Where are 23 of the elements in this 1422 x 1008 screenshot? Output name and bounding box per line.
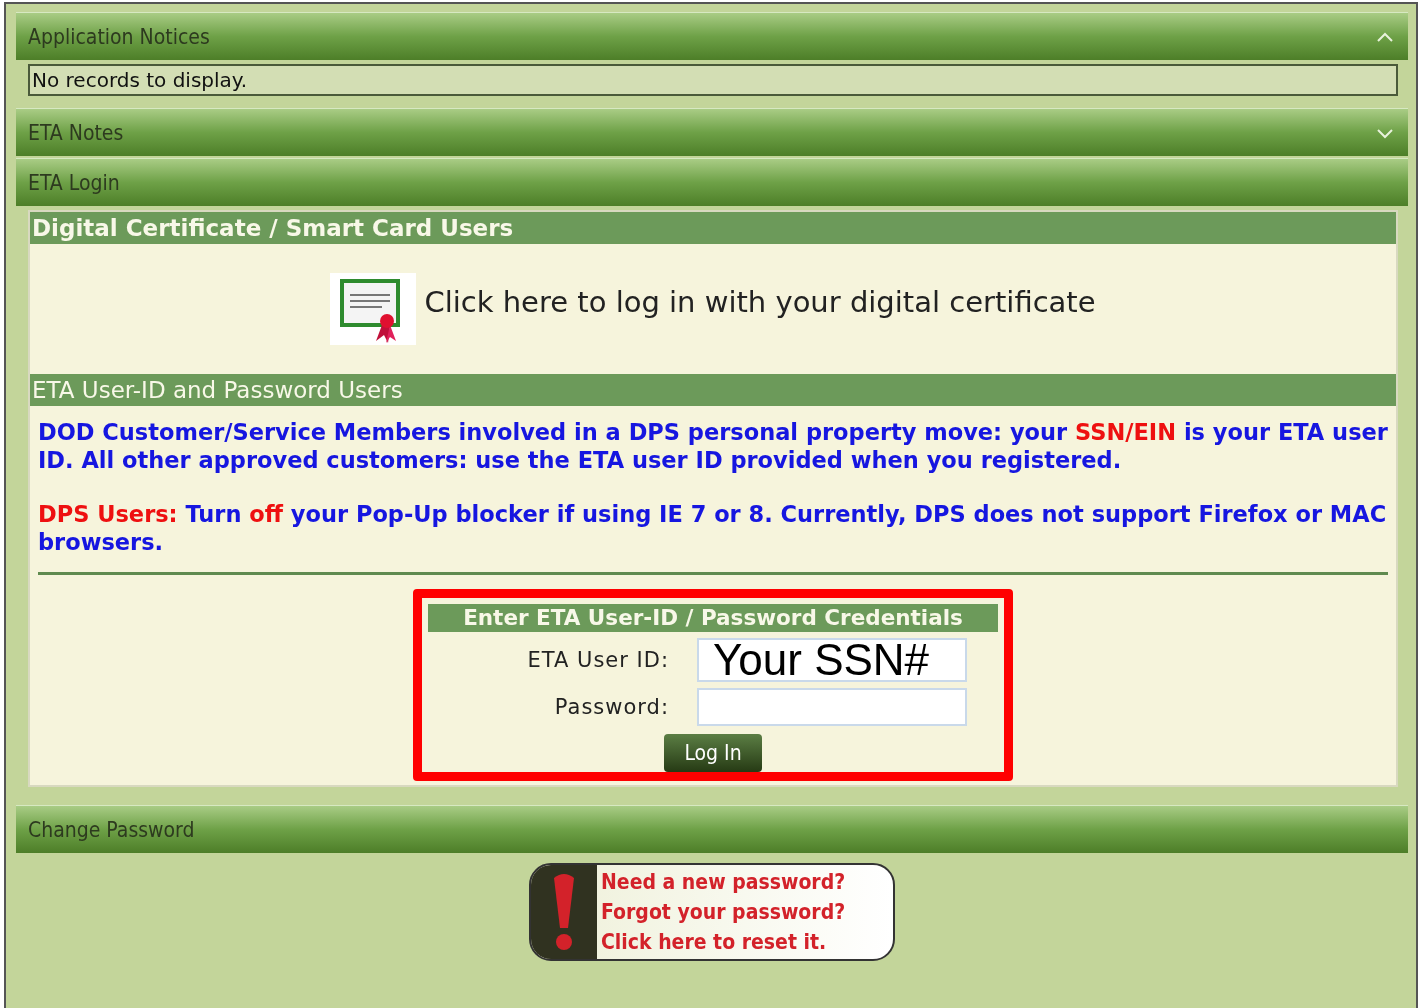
panel-title[interactable]: ETA Login <box>28 170 120 195</box>
password-field[interactable] <box>697 688 967 726</box>
field-label: Password: <box>553 695 669 719</box>
section-heading: Digital Certificate / Smart Card Users <box>30 212 1396 244</box>
reset-password-banner[interactable]: Need a new password? Forgot your password? Click here to reset it. <box>529 863 895 961</box>
form-heading: Enter ETA User-ID / Password Credentials <box>428 604 998 632</box>
panel-title[interactable]: Change Password <box>28 817 195 842</box>
banner-text: Need a new password? <box>601 869 846 896</box>
field-label: ETA User ID: <box>526 648 669 672</box>
section-heading: ETA User-ID and Password Users <box>30 374 1396 406</box>
banner-text: Click here to reset it. <box>601 929 828 956</box>
banner-text: Forgot your password? <box>601 899 846 926</box>
instruction-text: DOD Customer/Service Members involved in a DPS personal property move: your SSN/EIN is your ETA user ID. All other approved customers: use the ETA user ID provided when you registered. <box>38 418 1388 474</box>
collapse-caret-icon[interactable] <box>1376 30 1394 43</box>
instruction-text: DPS Users: Turn off your Pop-Up blocker if using IE 7 or 8. Currently, DPS does not support Firefox or MAC browsers. <box>38 500 1388 556</box>
login-button[interactable]: Log In <box>664 734 762 772</box>
certificate-icon[interactable] <box>330 273 417 345</box>
certificate-login-link[interactable]: Click here to log in with your digital certificate <box>424 285 1096 319</box>
expand-caret-icon[interactable] <box>1376 126 1394 139</box>
user-id-field[interactable]: Your SSN# <box>697 638 967 682</box>
notice-message: No records to display. <box>28 64 1398 96</box>
panel-title[interactable]: Application Notices <box>28 24 210 49</box>
panel-title[interactable]: ETA Notes <box>28 120 124 145</box>
